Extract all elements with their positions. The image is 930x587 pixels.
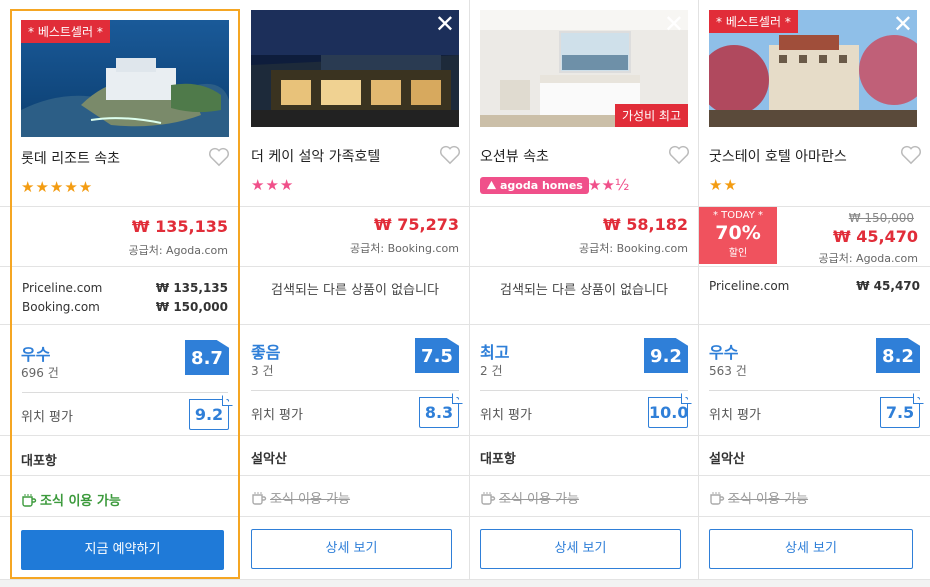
alt-price-row[interactable]: Priceline.com ₩ 45,470 <box>709 279 920 293</box>
today-label: * TODAY * <box>712 210 764 221</box>
breakfast-label: 조식 이용 가능 <box>499 492 580 507</box>
area-name: 설악산 <box>709 452 745 467</box>
rating-word: 우수 <box>21 345 51 364</box>
rating-word: 좋음 <box>251 343 281 362</box>
coffee-cup-icon <box>481 492 496 505</box>
discount-percent: 70% <box>715 222 761 244</box>
hotel-comparison-board: * 베스트셀러 * 롯데 리조트 속초 ★★★★★ ₩ 135,135 공급처:… <box>0 0 930 580</box>
breakfast-info: 조식 이용 가능 <box>21 490 121 509</box>
area-name: 설악산 <box>251 452 287 467</box>
rating-word: 최고 <box>480 343 510 362</box>
star-rating: ★★★★★ <box>21 178 94 196</box>
hotel-name[interactable]: 더 케이 설악 가족호텔 <box>251 146 380 166</box>
review-count[interactable]: 563 건 <box>709 362 747 379</box>
review-score: 8.7 <box>185 340 229 375</box>
price[interactable]: ₩ 75,273 <box>374 215 459 234</box>
breakfast-label: 조식 이용 가능 <box>728 492 809 507</box>
best-value-badge: 가성비 최고 <box>614 104 688 127</box>
breakfast-info: 조식 이용 가능 <box>709 488 808 507</box>
breakfast-info: 조식 이용 가능 <box>480 488 579 507</box>
area-name: 대포항 <box>480 452 516 467</box>
coffee-cup-icon <box>22 494 37 507</box>
star-rating: ★★★ <box>251 176 295 194</box>
price[interactable]: ₩ 45,470 <box>833 227 918 246</box>
location-label: 위치 평가 <box>709 408 761 423</box>
hotel-name[interactable]: 오션뷰 속초 <box>480 146 549 166</box>
supplier: 공급처: Booking.com <box>579 242 688 255</box>
location-score: 7.5 <box>880 397 920 428</box>
review-score: 7.5 <box>415 338 459 373</box>
location-label: 위치 평가 <box>480 408 532 423</box>
hotel-name[interactable]: 굿스테이 호텔 아마란스 <box>709 146 847 166</box>
heart-icon[interactable] <box>900 145 922 165</box>
review-count[interactable]: 2 건 <box>480 362 503 379</box>
home-icon <box>486 180 497 190</box>
divider <box>709 390 920 391</box>
review-score: 9.2 <box>644 338 688 373</box>
price[interactable]: ₩ 135,135 <box>132 217 228 236</box>
bestseller-badge: * 베스트셀러 * <box>709 10 798 33</box>
location-label: 위치 평가 <box>21 410 73 425</box>
hotel-card-lotte[interactable]: * 베스트셀러 * 롯데 리조트 속초 ★★★★★ ₩ 135,135 공급처:… <box>10 9 240 579</box>
alt-site: Booking.com <box>22 300 100 314</box>
supplier: 공급처: Agoda.com <box>128 244 228 257</box>
breakfast-info: 조식 이용 가능 <box>251 488 350 507</box>
hotel-card-the-k[interactable]: ✕ 더 케이 설악 가족호텔 ★★★ ₩ 75,273 공급처: Booking… <box>241 0 470 580</box>
location-score: 8.3 <box>419 397 459 428</box>
hotel-photo[interactable]: * 베스트셀러 * <box>21 20 229 137</box>
view-details-button[interactable]: 상세 보기 <box>709 529 913 569</box>
hotel-photo[interactable]: ✕ <box>251 10 459 127</box>
agoda-homes-label: agoda homes <box>500 179 583 192</box>
hotel-card-amaranth[interactable]: * 베스트셀러 * ✕ 굿스테이 호텔 아마란스 ★★ * TODAY * 70… <box>699 0 930 580</box>
view-details-button[interactable]: 상세 보기 <box>480 529 681 569</box>
alt-price-row[interactable]: Priceline.com ₩ 135,135 <box>22 281 228 295</box>
coffee-cup-icon <box>710 492 725 505</box>
today-discount-badge: * TODAY * 70% 할인 <box>699 207 777 264</box>
hotel-name[interactable]: 롯데 리조트 속초 <box>21 148 120 168</box>
rating-word: 우수 <box>709 343 739 362</box>
hotel-photo[interactable]: ✕ 가성비 최고 <box>480 10 688 127</box>
star-rating: ★★ <box>709 176 738 194</box>
area-name: 대포항 <box>21 454 57 469</box>
coffee-cup-icon <box>252 492 267 505</box>
heart-icon[interactable] <box>439 145 461 165</box>
location-score: 9.2 <box>189 399 229 430</box>
review-score: 8.2 <box>876 338 920 373</box>
divider <box>22 392 228 393</box>
discount-label: 할인 <box>728 248 748 259</box>
divider <box>251 390 459 391</box>
original-price: ₩ 150,000 <box>848 211 914 225</box>
location-score: 10.0 <box>648 397 688 428</box>
book-now-button[interactable]: 지금 예약하기 <box>21 530 224 570</box>
alt-site: Priceline.com <box>22 281 103 295</box>
location-label: 위치 평가 <box>251 408 303 423</box>
hotel-photo-image <box>251 10 459 127</box>
hotel-photo[interactable]: * 베스트셀러 * ✕ <box>709 10 917 127</box>
view-details-button[interactable]: 상세 보기 <box>251 529 452 569</box>
no-other-offers: 검색되는 다른 상품이 없습니다 <box>271 283 439 298</box>
alt-price: ₩ 150,000 <box>155 300 228 314</box>
bestseller-badge: * 베스트셀러 * <box>21 20 110 43</box>
no-other-offers: 검색되는 다른 상품이 없습니다 <box>500 283 668 298</box>
review-count[interactable]: 3 건 <box>251 362 274 379</box>
close-icon[interactable]: ✕ <box>893 12 913 36</box>
divider <box>480 390 688 391</box>
hotel-card-oceanview[interactable]: ✕ 가성비 최고 오션뷰 속초 agoda homes ★★½ ₩ 58,182… <box>470 0 699 580</box>
close-icon[interactable]: ✕ <box>435 12 455 36</box>
alt-price: ₩ 45,470 <box>856 279 920 293</box>
heart-icon[interactable] <box>208 147 230 167</box>
star-rating: ★★½ <box>588 176 630 194</box>
supplier: 공급처: Booking.com <box>350 242 459 255</box>
breakfast-label: 조식 이용 가능 <box>270 492 351 507</box>
alt-price-row[interactable]: Booking.com ₩ 150,000 <box>22 300 228 314</box>
agoda-homes-badge: agoda homes <box>480 177 589 194</box>
price[interactable]: ₩ 58,182 <box>603 215 688 234</box>
supplier: 공급처: Agoda.com <box>818 252 918 265</box>
close-icon[interactable]: ✕ <box>664 12 684 36</box>
alt-price: ₩ 135,135 <box>155 281 228 295</box>
breakfast-label: 조식 이용 가능 <box>40 494 121 509</box>
review-count[interactable]: 696 건 <box>21 364 59 381</box>
alt-site: Priceline.com <box>709 279 790 293</box>
heart-icon[interactable] <box>668 145 690 165</box>
